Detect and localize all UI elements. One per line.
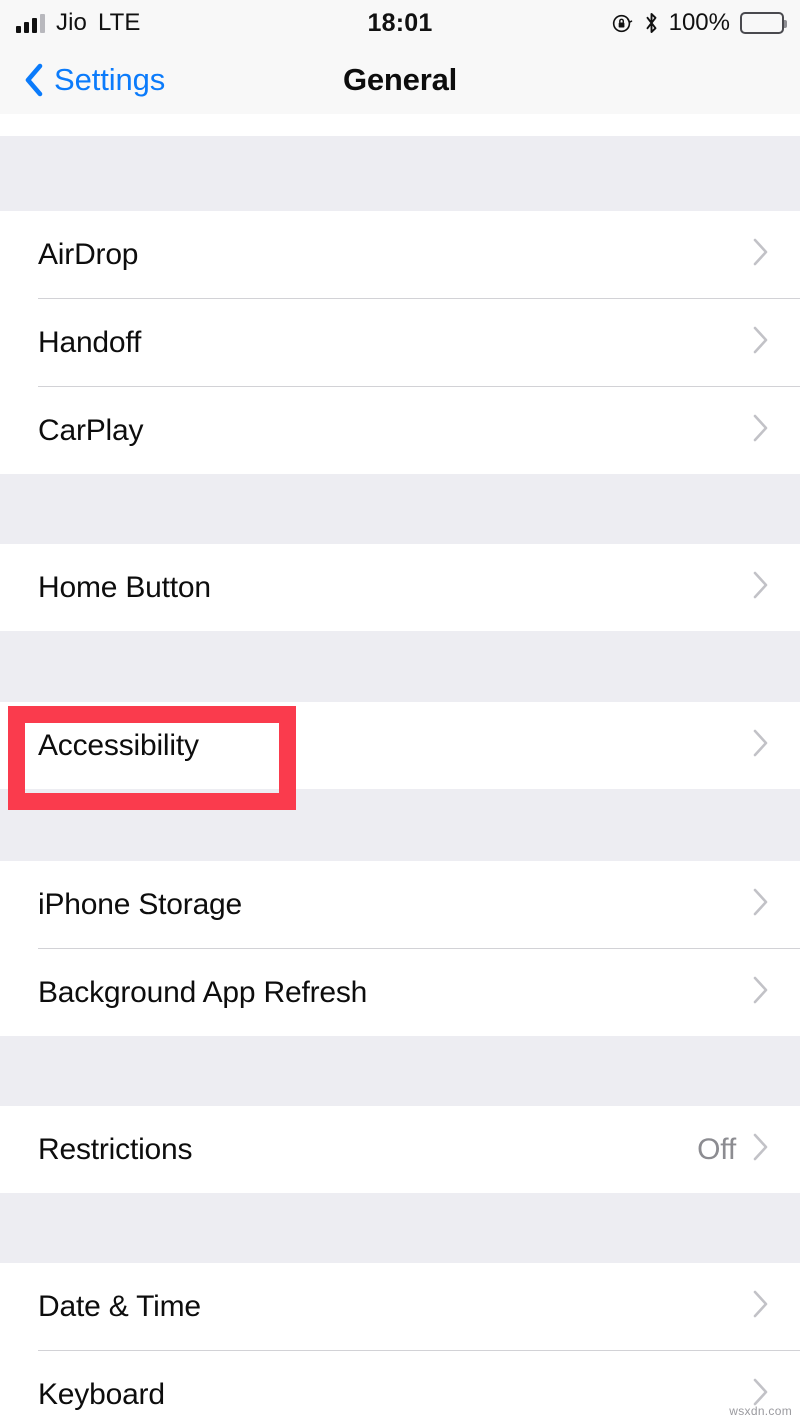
row-value: Off bbox=[697, 1132, 736, 1166]
rotation-lock-icon bbox=[611, 12, 634, 35]
section-storage: iPhone Storage Background App Refresh bbox=[0, 861, 800, 1036]
section-gap bbox=[0, 1193, 800, 1263]
status-bar-right: 100% bbox=[611, 9, 787, 37]
section-restrictions: Restrictions Off bbox=[0, 1106, 800, 1193]
section-gap bbox=[0, 631, 800, 702]
iphone-screen: Jio LTE 18:01 100% Settings General AirD… bbox=[0, 0, 800, 1422]
section-sharing: AirDrop Handoff CarPlay bbox=[0, 211, 800, 474]
row-label: Handoff bbox=[38, 325, 142, 359]
list-item[interactable]: Restrictions Off bbox=[0, 1106, 800, 1193]
settings-list[interactable]: Software Update AirDrop Handoff bbox=[0, 114, 800, 1422]
signal-bars-icon bbox=[16, 13, 45, 33]
section-datetime: Date & Time Keyboard bbox=[0, 1263, 800, 1422]
section-accessibility: Accessibility bbox=[0, 702, 800, 789]
list-item[interactable]: AirDrop bbox=[0, 211, 800, 298]
status-bar: Jio LTE 18:01 100% bbox=[0, 0, 800, 46]
list-item[interactable]: Keyboard bbox=[0, 1351, 800, 1422]
chevron-left-icon bbox=[24, 63, 44, 97]
section-gap bbox=[0, 1036, 800, 1106]
row-label: Date & Time bbox=[38, 1289, 201, 1323]
row-label: Background App Refresh bbox=[38, 975, 368, 1009]
row-label: Keyboard bbox=[38, 1377, 165, 1411]
back-button[interactable]: Settings bbox=[0, 62, 165, 98]
section-software-update: Software Update bbox=[0, 114, 800, 136]
section-home-button: Home Button bbox=[0, 544, 800, 631]
chevron-right-icon bbox=[752, 728, 770, 763]
navigation-bar: Settings General bbox=[0, 46, 800, 114]
chevron-right-icon bbox=[752, 887, 770, 922]
list-item[interactable]: Date & Time bbox=[0, 1263, 800, 1350]
battery-full-icon bbox=[740, 12, 787, 34]
bluetooth-icon bbox=[644, 11, 659, 35]
section-gap bbox=[0, 474, 800, 544]
status-bar-left: Jio LTE bbox=[16, 9, 141, 37]
chevron-right-icon bbox=[752, 237, 770, 272]
carrier-label: Jio bbox=[56, 9, 87, 36]
network-type-label: LTE bbox=[97, 9, 141, 36]
list-item[interactable]: iPhone Storage bbox=[0, 861, 800, 948]
list-item[interactable]: Background App Refresh bbox=[0, 949, 800, 1036]
chevron-right-icon bbox=[752, 413, 770, 448]
section-gap bbox=[0, 136, 800, 211]
battery-percent-label: 100% bbox=[668, 9, 730, 36]
chevron-right-icon bbox=[752, 325, 770, 360]
section-gap bbox=[0, 789, 800, 861]
list-item[interactable]: Software Update bbox=[0, 114, 800, 136]
row-label: iPhone Storage bbox=[38, 887, 243, 921]
list-item[interactable]: CarPlay bbox=[0, 387, 800, 474]
list-item[interactable]: Handoff bbox=[0, 299, 800, 386]
back-button-label: Settings bbox=[54, 62, 166, 97]
row-label: CarPlay bbox=[38, 413, 144, 447]
row-label: Restrictions bbox=[38, 1132, 193, 1166]
row-label: AirDrop bbox=[38, 237, 139, 271]
list-item-accessibility[interactable]: Accessibility bbox=[0, 702, 800, 789]
row-label: Accessibility bbox=[38, 728, 199, 762]
watermark: wsxdn.com bbox=[729, 1404, 792, 1418]
chevron-right-icon bbox=[752, 1132, 770, 1167]
chevron-right-icon bbox=[752, 1289, 770, 1324]
list-item[interactable]: Home Button bbox=[0, 544, 800, 631]
row-label: Home Button bbox=[38, 570, 211, 604]
chevron-right-icon bbox=[752, 975, 770, 1010]
chevron-right-icon bbox=[752, 570, 770, 605]
